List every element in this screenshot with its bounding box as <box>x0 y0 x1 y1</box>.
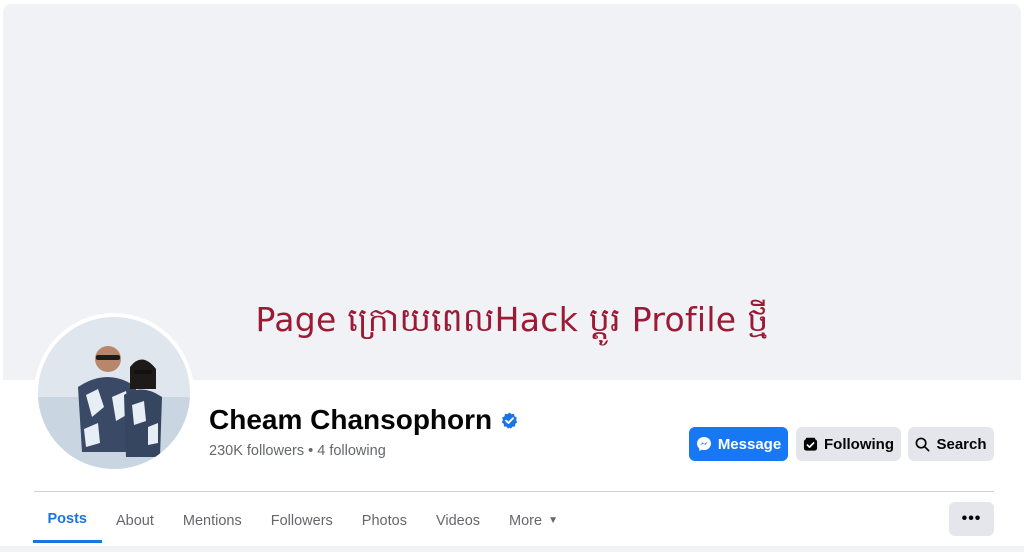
tab-more[interactable]: More ▼ <box>495 498 573 543</box>
profile-tabs: Posts About Mentions Followers Photos Vi… <box>33 498 572 546</box>
profile-name: Cheam Chansophorn <box>209 404 493 435</box>
follow-stats[interactable]: 230K followers • 4 following <box>209 443 386 459</box>
search-button[interactable]: Search <box>908 427 994 461</box>
following-button[interactable]: Following <box>796 427 901 461</box>
caret-down-icon: ▼ <box>548 515 558 526</box>
profile-avatar[interactable] <box>34 313 194 473</box>
tab-about[interactable]: About <box>102 498 169 543</box>
tab-more-label: More <box>509 512 543 529</box>
profile-divider <box>34 491 994 492</box>
ellipsis-icon: ••• <box>961 510 982 527</box>
tab-photos[interactable]: Photos <box>347 498 421 543</box>
tab-followers[interactable]: Followers <box>256 498 347 543</box>
page-bottom-background <box>0 546 1024 552</box>
more-options-button[interactable]: ••• <box>949 502 994 536</box>
following-button-label: Following <box>824 435 894 453</box>
search-icon <box>915 437 930 452</box>
following-check-icon <box>803 437 818 452</box>
verified-badge-icon <box>501 412 518 429</box>
message-button[interactable]: Message <box>689 427 788 461</box>
message-button-label: Message <box>717 435 782 453</box>
tab-videos-label: Videos <box>435 512 481 529</box>
tab-posts[interactable]: Posts <box>33 498 102 543</box>
messenger-icon <box>696 436 712 452</box>
tab-posts-label: Posts <box>47 511 88 527</box>
cover-photo[interactable]: Page ក្រោយពេលHack ប្តូរ Profile ថ្មី <box>3 4 1021 380</box>
tab-about-label: About <box>116 512 154 529</box>
profile-photo <box>38 317 190 469</box>
tab-followers-label: Followers <box>270 512 333 529</box>
tab-videos[interactable]: Videos <box>421 498 494 543</box>
tab-photos-label: Photos <box>361 512 407 529</box>
tab-mentions-label: Mentions <box>182 512 242 529</box>
search-button-label: Search <box>936 435 987 453</box>
tab-mentions[interactable]: Mentions <box>168 498 256 543</box>
